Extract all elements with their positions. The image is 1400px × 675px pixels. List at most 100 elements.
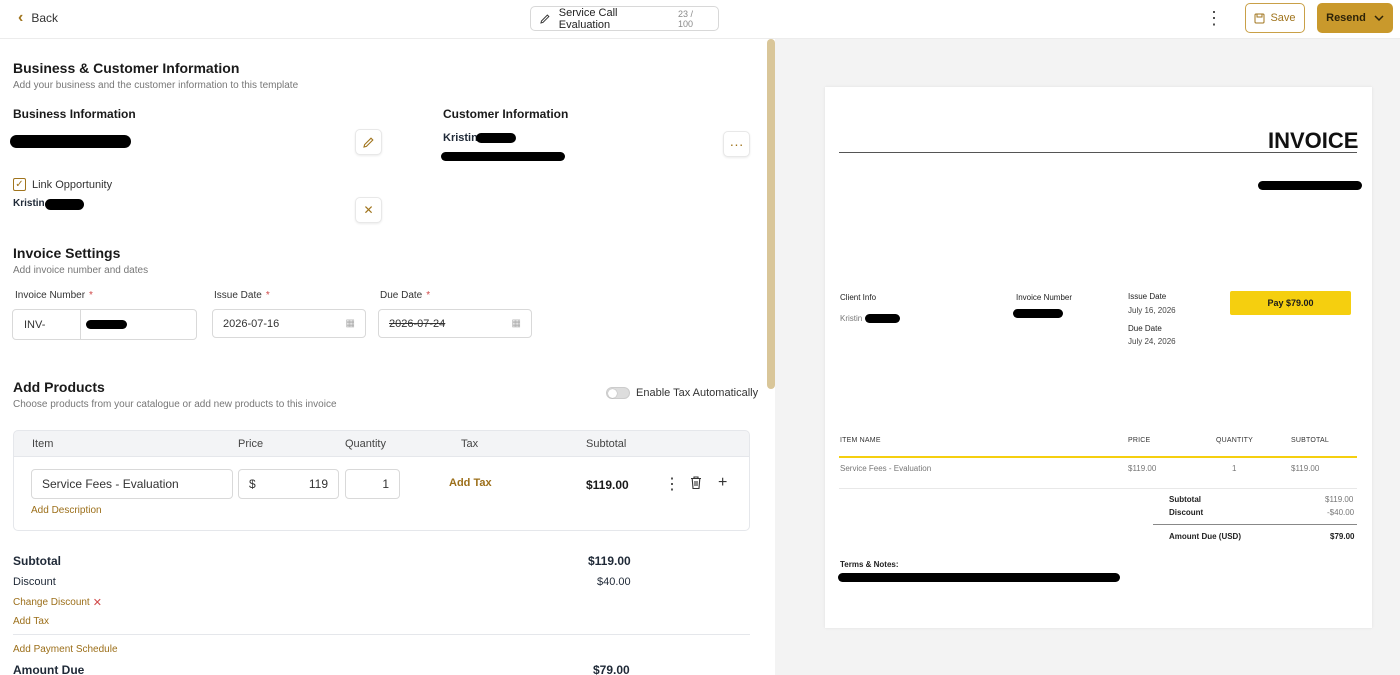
link-opportunity-checkbox[interactable]: ✓ Link Opportunity bbox=[13, 178, 112, 191]
issue-date-input[interactable]: 2026-07-16 ▦ bbox=[212, 309, 366, 338]
customer-info-heading: Customer Information bbox=[443, 107, 569, 121]
section-title-add-products: Add Products bbox=[13, 379, 105, 395]
issue-date-value: 2026-07-16 bbox=[223, 317, 280, 330]
resend-label: Resend bbox=[1326, 12, 1366, 24]
add-payment-schedule-link[interactable]: Add Payment Schedule bbox=[13, 644, 118, 655]
discount-value: $40.00 bbox=[597, 576, 631, 588]
unlink-opportunity-button[interactable]: ✕ bbox=[355, 197, 382, 223]
back-button[interactable]: ‹ Back bbox=[18, 9, 58, 27]
due-date-input[interactable]: 2026-07-24 ▦ bbox=[378, 309, 532, 338]
preview-discount-value: -$40.00 bbox=[1327, 508, 1355, 517]
enable-tax-label: Enable Tax Automatically bbox=[636, 387, 759, 399]
item-name-value: Service Fees - Evaluation bbox=[42, 477, 179, 491]
add-description-link[interactable]: Add Description bbox=[31, 505, 102, 516]
preview-col-quantity: QUANTITY bbox=[1216, 437, 1253, 444]
scrollbar[interactable] bbox=[767, 39, 775, 389]
preview-col-subtotal: SUBTOTAL bbox=[1291, 437, 1329, 444]
remove-discount-icon[interactable]: ✕ bbox=[93, 596, 102, 609]
column-header-tax: Tax bbox=[461, 438, 479, 450]
preview-subtotal-label: Subtotal bbox=[1169, 495, 1201, 504]
pencil-icon bbox=[540, 13, 550, 24]
checkmark-icon: ✓ bbox=[13, 178, 26, 191]
customer-more-button[interactable]: ··· bbox=[723, 131, 750, 157]
add-row-icon[interactable]: + bbox=[718, 474, 727, 492]
preview-issue-date-value: July 16, 2026 bbox=[1128, 306, 1176, 315]
edit-business-button[interactable] bbox=[355, 129, 382, 155]
preview-row-price: $119.00 bbox=[1128, 464, 1157, 473]
more-options-icon[interactable]: ⋮ bbox=[1205, 8, 1223, 28]
discount-label: Discount bbox=[13, 576, 56, 588]
redacted-opportunity-surname bbox=[45, 199, 84, 210]
toggle-switch[interactable] bbox=[606, 387, 630, 399]
opportunity-name: Kristin bbox=[13, 198, 45, 209]
preview-due-date-value: July 24, 2026 bbox=[1128, 337, 1176, 346]
delete-row-button[interactable] bbox=[689, 475, 703, 493]
column-header-quantity: Quantity bbox=[345, 438, 386, 450]
currency-symbol: $ bbox=[249, 477, 256, 491]
preview-discount-label: Discount bbox=[1169, 508, 1204, 517]
preview-row-item: Service Fees - Evaluation bbox=[840, 464, 932, 473]
document-title-field[interactable]: Service Call Evaluation 23 / 100 bbox=[530, 6, 719, 31]
section-subtitle-add-products: Choose products from your catalogue or a… bbox=[13, 399, 337, 410]
invoice-number-label-text: Invoice Number bbox=[15, 290, 86, 301]
pencil-icon bbox=[363, 136, 374, 148]
invoice-preview-sheet bbox=[825, 87, 1372, 628]
invoice-number-label: Invoice Number * bbox=[15, 290, 93, 301]
row-subtotal: $119.00 bbox=[586, 478, 629, 492]
quantity-value: 1 bbox=[382, 477, 389, 491]
quantity-input[interactable]: 1 bbox=[345, 469, 400, 499]
preview-col-price: PRICE bbox=[1128, 437, 1151, 444]
required-mark: * bbox=[89, 290, 93, 301]
section-subtitle-invoice-settings: Add invoice number and dates bbox=[13, 265, 149, 276]
link-opportunity-label: Link Opportunity bbox=[32, 178, 113, 191]
column-header-price: Price bbox=[238, 438, 264, 450]
save-label: Save bbox=[1270, 12, 1296, 24]
calendar-icon: ▦ bbox=[345, 318, 355, 329]
enable-tax-toggle[interactable]: Enable Tax Automatically bbox=[606, 387, 758, 399]
redacted-business-details bbox=[1258, 181, 1362, 190]
resend-button[interactable]: Resend bbox=[1317, 3, 1393, 33]
amount-due-label: Amount Due bbox=[13, 663, 85, 675]
add-tax-link[interactable]: Add Tax bbox=[449, 477, 492, 489]
add-tax-total-link[interactable]: Add Tax bbox=[13, 616, 49, 627]
totals-divider bbox=[13, 634, 750, 635]
preview-col-item-name: ITEM NAME bbox=[840, 437, 881, 444]
price-input[interactable]: $ 119 bbox=[238, 469, 339, 499]
calendar-icon: ▦ bbox=[511, 318, 521, 329]
redacted-terms-notes bbox=[838, 573, 1120, 582]
preview-row-divider bbox=[839, 488, 1357, 489]
redacted-preview-invoice-number bbox=[1013, 309, 1063, 318]
preview-client-name: Kristin bbox=[840, 314, 863, 323]
preview-heading-rule bbox=[839, 152, 1357, 153]
chevron-left-icon: ‹ bbox=[18, 9, 24, 26]
top-bar: ‹ Back Service Call Evaluation 23 / 100 … bbox=[0, 0, 1400, 39]
due-date-label: Due Date * bbox=[380, 290, 430, 301]
preview-terms-label: Terms & Notes: bbox=[840, 560, 899, 569]
preview-totals-rule bbox=[1153, 524, 1357, 525]
price-value: 119 bbox=[308, 477, 328, 491]
column-header-subtotal: Subtotal bbox=[586, 438, 627, 450]
floppy-disk-icon bbox=[1254, 13, 1265, 23]
preview-subtotal-value: $119.00 bbox=[1325, 495, 1354, 504]
customer-name: Kristin bbox=[443, 132, 478, 144]
preview-invoice-heading: INVOICE bbox=[1268, 128, 1359, 153]
preview-client-info-label: Client Info bbox=[840, 293, 877, 302]
section-title-business-customer: Business & Customer Information bbox=[13, 60, 240, 76]
preview-amount-due-label: Amount Due (USD) bbox=[1169, 532, 1241, 541]
preview-pay-button[interactable]: Pay $79.00 bbox=[1230, 291, 1351, 315]
issue-date-label: Issue Date * bbox=[214, 290, 270, 301]
redacted-customer-address bbox=[441, 152, 565, 161]
subtotal-value: $119.00 bbox=[588, 554, 631, 568]
redacted-business-name bbox=[10, 135, 131, 148]
more-horizontal-icon: ··· bbox=[729, 136, 744, 152]
preview-due-date-label: Due Date bbox=[1128, 324, 1162, 333]
item-name-input[interactable]: Service Fees - Evaluation bbox=[31, 469, 233, 499]
due-date-value: 2026-07-24 bbox=[389, 317, 446, 330]
preview-invoice-number-label: Invoice Number bbox=[1016, 293, 1073, 302]
subtotal-label: Subtotal bbox=[13, 554, 61, 568]
redacted-customer-surname bbox=[476, 133, 516, 143]
row-more-icon[interactable]: ⋮ bbox=[664, 474, 680, 494]
save-button[interactable]: Save bbox=[1245, 3, 1305, 33]
change-discount-link[interactable]: Change Discount ✕ bbox=[13, 596, 102, 609]
required-mark: * bbox=[426, 290, 431, 301]
